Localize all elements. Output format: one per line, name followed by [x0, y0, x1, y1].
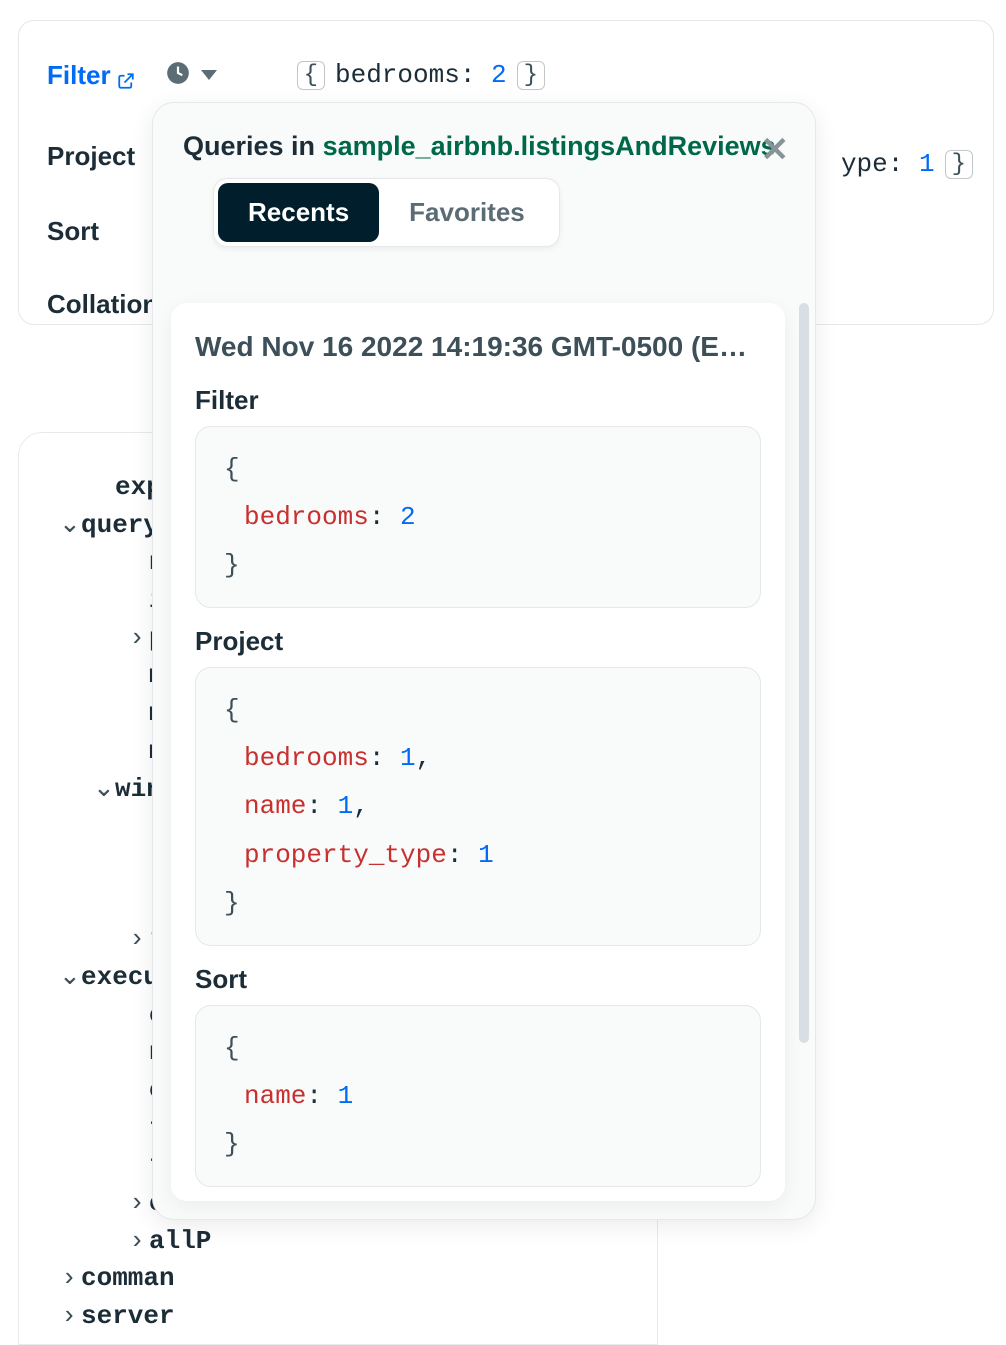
- brace-open: {: [297, 61, 325, 90]
- popover-title: Queries in sample_airbnb.listingsAndRevi…: [183, 131, 785, 162]
- tree-row[interactable]: ›comman: [59, 1260, 637, 1298]
- filter-code: {bedrooms: 2}: [195, 426, 761, 608]
- filter-link-text: Filter: [47, 60, 111, 91]
- brace-close: }: [517, 61, 545, 90]
- filter-input[interactable]: { bedrooms: 2 }: [297, 60, 545, 90]
- tab-recents[interactable]: Recents: [218, 183, 379, 242]
- query-history-popover: ✕ Queries in sample_airbnb.listingsAndRe…: [152, 102, 816, 1220]
- collation-row-label: Collation: [47, 289, 158, 320]
- tab-bar: Recents Favorites: [213, 178, 560, 247]
- filter-key: bedrooms: [335, 60, 460, 90]
- query-timestamp: Wed Nov 16 2022 14:19:36 GMT-0500 (Eas…: [195, 331, 761, 363]
- tab-favorites[interactable]: Favorites: [379, 183, 555, 242]
- sort-row-label: Sort: [47, 216, 99, 247]
- project-code: {bedrooms: 1,name: 1,property_type: 1}: [195, 667, 761, 945]
- brace-close: }: [945, 150, 973, 179]
- section-project-label: Project: [195, 626, 761, 657]
- scrollbar-thumb[interactable]: [799, 303, 809, 1043]
- filter-row: Filter { bedrooms: 2 }: [47, 39, 965, 111]
- chevron-down-icon: [201, 70, 217, 80]
- sort-code: {name: 1}: [195, 1005, 761, 1187]
- clock-icon: [165, 60, 191, 91]
- filter-value: 2: [491, 60, 507, 90]
- query-card[interactable]: Wed Nov 16 2022 14:19:36 GMT-0500 (Eas… …: [171, 303, 785, 1201]
- history-dropdown[interactable]: [165, 60, 217, 91]
- external-link-icon: [117, 66, 135, 84]
- project-row-label: Project: [47, 141, 135, 172]
- close-icon[interactable]: ✕: [761, 133, 790, 167]
- namespace: sample_airbnb.listingsAndReviews: [323, 131, 776, 161]
- tree-row[interactable]: ›server: [59, 1298, 637, 1336]
- section-filter-label: Filter: [195, 385, 761, 416]
- project-input-fragment: ype: 1 }: [841, 149, 973, 179]
- filter-link[interactable]: Filter: [47, 60, 135, 91]
- tree-row[interactable]: ›allP: [59, 1223, 637, 1261]
- section-sort-label: Sort: [195, 964, 761, 995]
